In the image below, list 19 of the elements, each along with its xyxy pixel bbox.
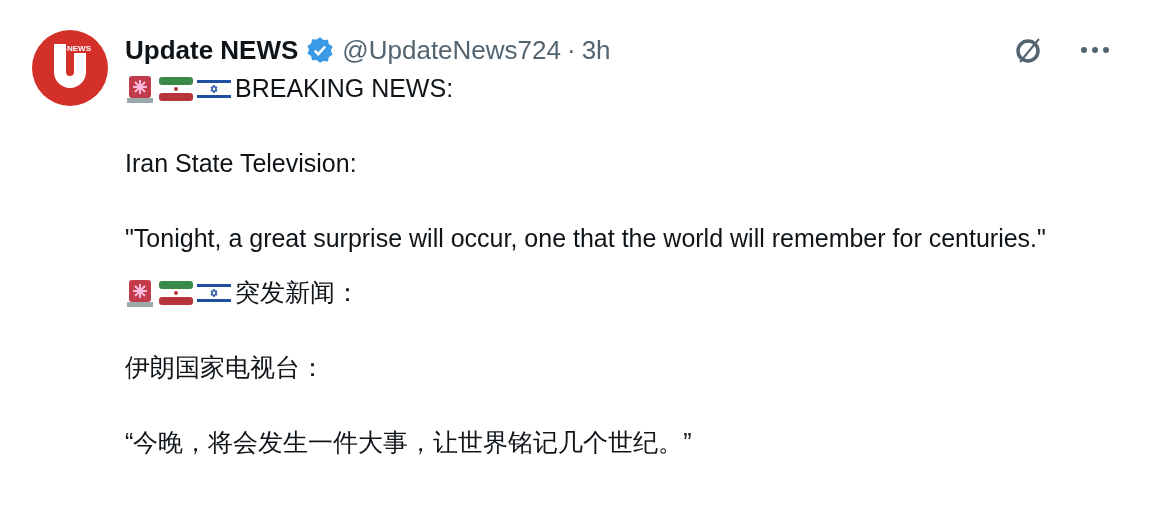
post-time[interactable]: 3h bbox=[581, 34, 611, 66]
logo-text: NEWS bbox=[66, 44, 92, 53]
headline: BREAKING NEWS: bbox=[235, 73, 454, 104]
user-handle[interactable]: @UpdateNews724 bbox=[342, 34, 561, 66]
author-name[interactable]: Update NEWS bbox=[125, 34, 299, 66]
post-text: Iran State Television: bbox=[125, 148, 358, 179]
flag-icon bbox=[197, 281, 231, 304]
separator: · bbox=[567, 34, 576, 66]
flag-icon bbox=[159, 76, 193, 101]
flag-icon bbox=[159, 280, 193, 305]
siren-icon bbox=[125, 73, 155, 104]
siren-icon bbox=[125, 277, 155, 308]
flag-icon bbox=[197, 77, 231, 100]
post-text: 伊朗国家电视台： bbox=[125, 352, 326, 383]
more-icon[interactable] bbox=[1080, 46, 1110, 54]
avatar[interactable]: NEWS bbox=[32, 30, 108, 106]
headline: 突发新闻： bbox=[235, 277, 360, 308]
post-text: "Tonight, a great surprise will occur, one that the world will remember for centuries." bbox=[125, 223, 1047, 254]
post-text: “今晚，将会发生一件大事，让世界铭记几个世纪。” bbox=[125, 427, 693, 458]
